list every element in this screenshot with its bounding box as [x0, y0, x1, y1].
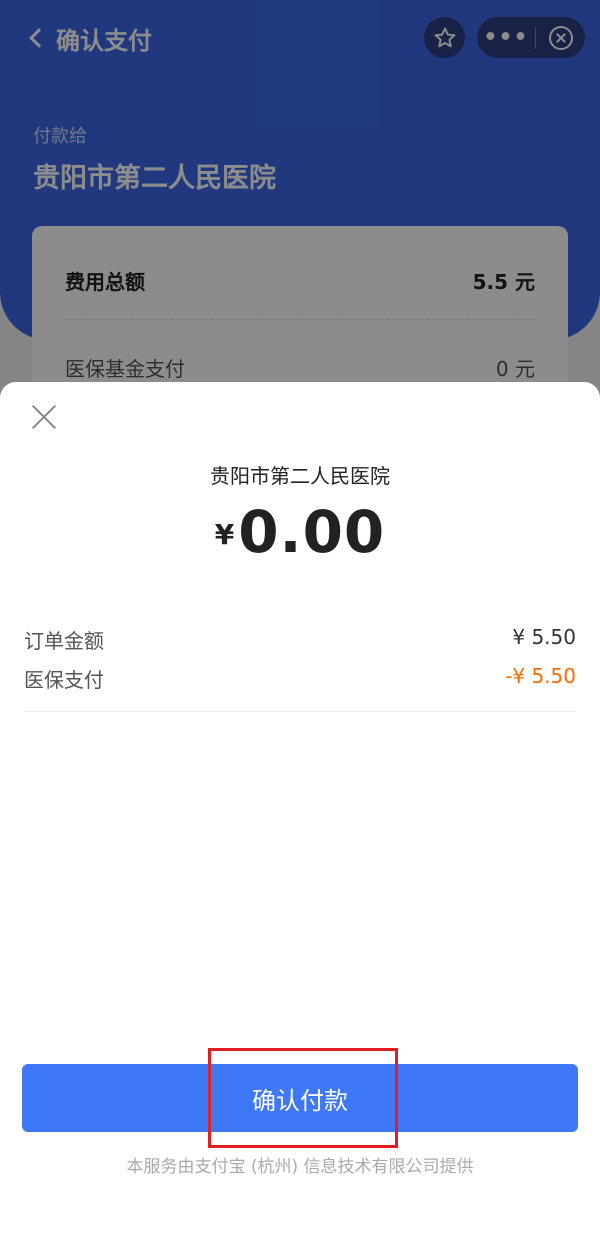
details-divider: [24, 711, 576, 712]
confirm-payment-button[interactable]: 确认付款: [22, 1064, 578, 1132]
insurance-payment-value: -¥ 5.50: [505, 664, 576, 688]
insurance-payment-label: 医保支付: [24, 668, 104, 692]
payment-amount: ¥0.00: [0, 498, 600, 566]
amount-value: 0.00: [238, 498, 386, 566]
currency-symbol: ¥: [214, 518, 235, 551]
sheet-merchant-name: 贵阳市第二人民医院: [210, 464, 390, 488]
order-amount-row: 订单金额 ¥ 5.50: [24, 625, 576, 654]
insurance-payment-row: 医保支付 -¥ 5.50: [24, 664, 576, 693]
close-icon[interactable]: [31, 404, 57, 430]
service-provider-note: 本服务由支付宝 (杭州) 信息技术有限公司提供: [126, 1157, 474, 1177]
payment-sheet: 贵阳市第二人民医院 ¥0.00 订单金额 ¥ 5.50 医保支付 -¥ 5.50…: [0, 382, 600, 1239]
order-amount-label: 订单金额: [24, 629, 104, 653]
order-amount-value: ¥ 5.50: [512, 625, 576, 649]
